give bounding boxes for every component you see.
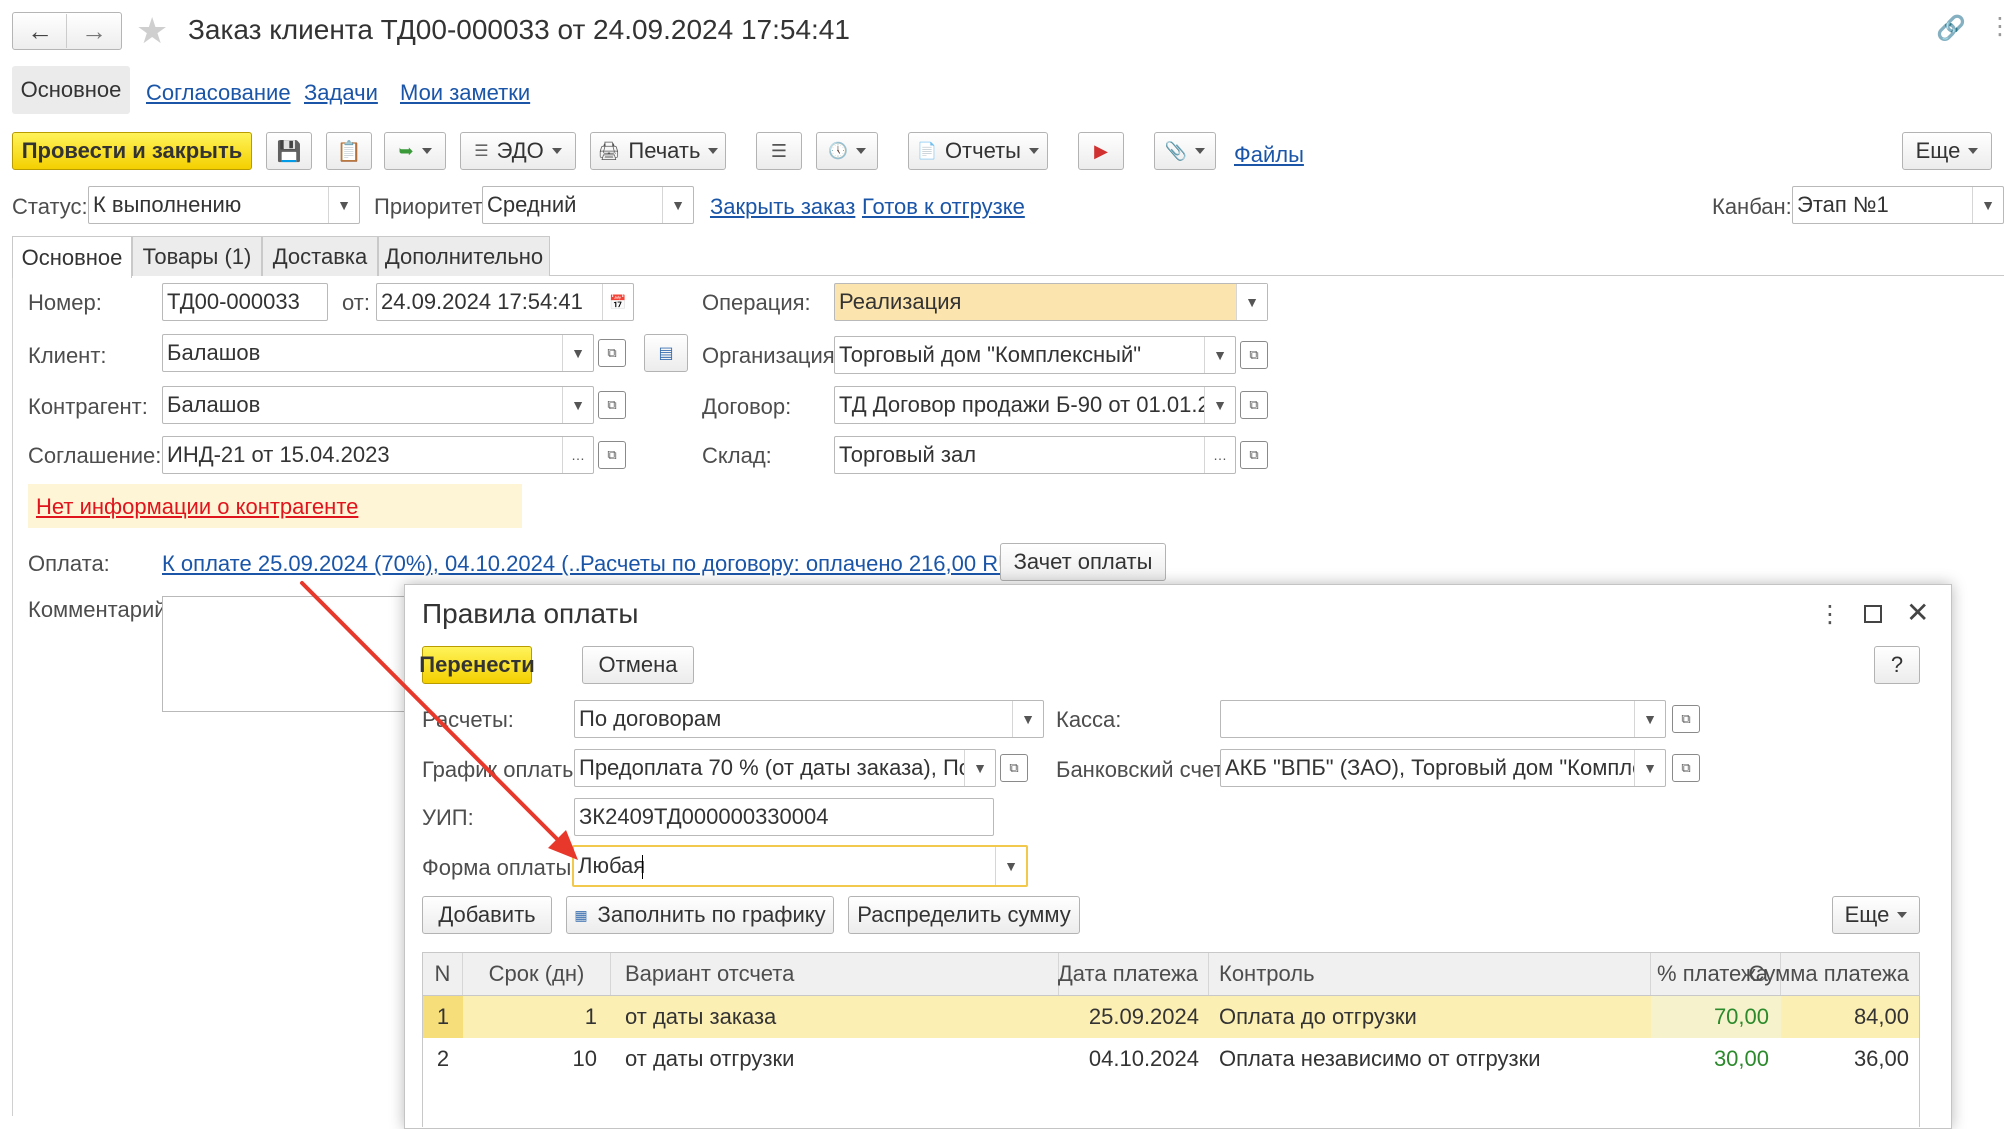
tab-main[interactable]: Основное: [12, 236, 132, 278]
tab-main-label: Основное: [21, 244, 123, 270]
annotation-arrow: [300, 581, 578, 860]
